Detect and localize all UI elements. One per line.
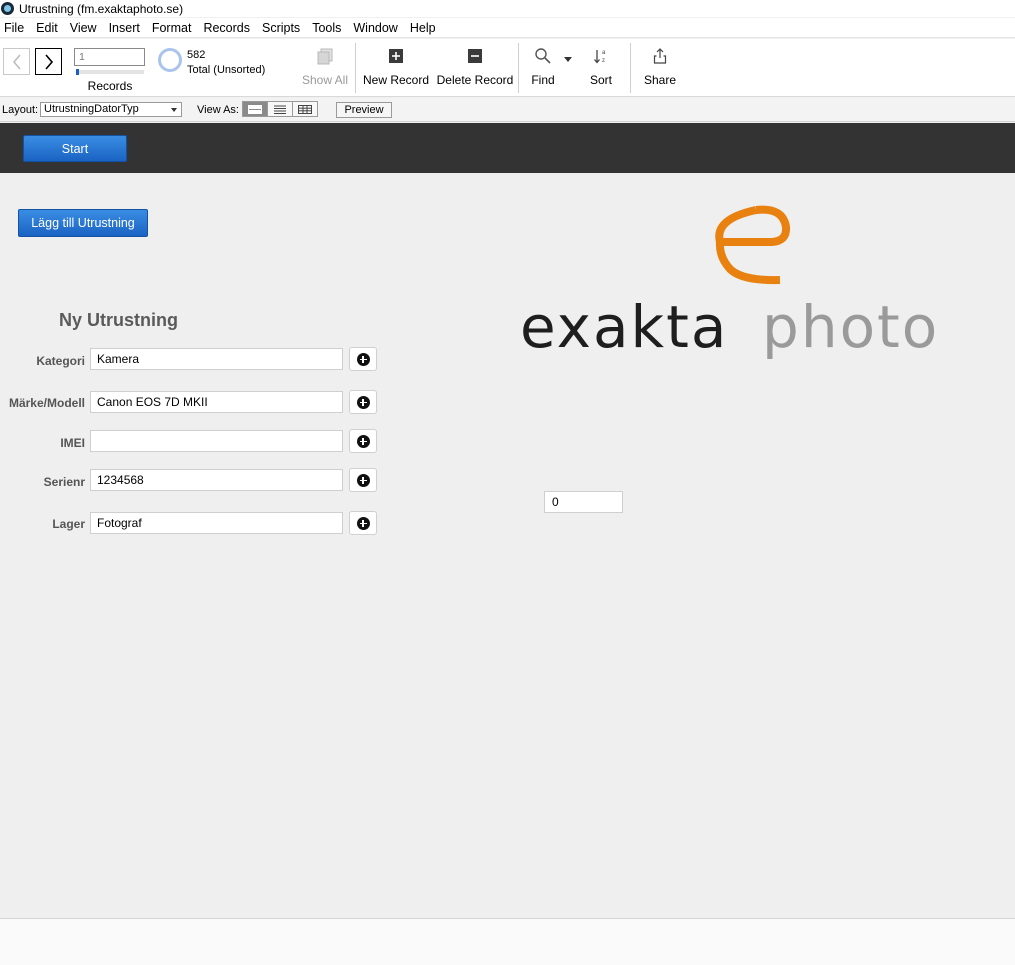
status-toolbar: 1 Records 582 Total (Unsorted) Show All … [0, 39, 1015, 97]
share-label: Share [643, 73, 677, 87]
svg-text:z: z [602, 58, 605, 64]
show-all-icon [317, 48, 333, 65]
add-kategori-button[interactable] [349, 347, 377, 371]
minus-square-icon [468, 49, 482, 63]
form-title: Ny Utrustning [59, 310, 178, 330]
previous-record-button[interactable] [3, 48, 30, 75]
menu-tools[interactable]: Tools [306, 18, 347, 38]
logo-text-light: photo [762, 293, 939, 361]
record-slider-thumb[interactable] [76, 69, 79, 75]
menu-edit[interactable]: Edit [30, 18, 64, 38]
toolbar-divider [630, 43, 631, 93]
find-menu-button[interactable] [562, 39, 574, 97]
add-lager-button[interactable] [349, 511, 377, 535]
menu-insert[interactable]: Insert [103, 18, 146, 38]
caret-down-icon [564, 56, 572, 62]
find-button[interactable]: Find [526, 39, 560, 97]
form-view-icon [248, 104, 262, 114]
caret-down-icon [171, 108, 177, 112]
show-all-label: Show All [301, 73, 349, 87]
chevron-right-icon [44, 53, 53, 70]
menu-format[interactable]: Format [146, 18, 198, 38]
add-marke-modell-button[interactable] [349, 390, 377, 414]
plus-circle-icon [356, 516, 370, 530]
view-as-buttons [242, 101, 318, 117]
svg-text:a: a [602, 50, 606, 56]
sort-label: Sort [589, 73, 612, 87]
lager-field[interactable]: Fotograf [90, 512, 343, 534]
app-icon [1, 2, 14, 15]
layout-label: Layout: [2, 104, 39, 116]
toolbar-divider [355, 43, 356, 93]
menu-bar: File Edit View Insert Format Records Scr… [0, 18, 1015, 38]
chevron-left-icon [12, 53, 21, 70]
serienr-field[interactable]: 1234568 [90, 469, 343, 491]
kategori-label: Kategori [36, 354, 85, 368]
menu-records[interactable]: Records [197, 18, 256, 38]
table-view-icon [298, 104, 312, 114]
menu-view[interactable]: View [64, 18, 103, 38]
find-label: Find [531, 73, 555, 87]
footer-bar [0, 918, 1015, 965]
share-button[interactable]: Share [642, 39, 678, 97]
imei-field[interactable] [90, 430, 343, 452]
menu-help[interactable]: Help [404, 18, 442, 38]
sort-button[interactable]: a z Sort [584, 39, 618, 97]
imei-label: IMEI [60, 436, 85, 450]
exaktaphoto-logo: exakta photo [520, 205, 939, 361]
window-title: Utrustning (fm.exaktaphoto.se) [19, 1, 184, 16]
list-view-button[interactable] [267, 101, 293, 117]
current-record-input[interactable]: 1 [74, 48, 145, 66]
record-slider[interactable] [76, 69, 144, 75]
sort-icon: a z [594, 50, 606, 64]
next-record-button[interactable] [35, 48, 62, 75]
list-view-icon [274, 105, 286, 114]
plus-circle-icon [356, 395, 370, 409]
total-record-count: 582 [187, 49, 206, 61]
plus-circle-icon [356, 352, 370, 366]
share-icon [653, 48, 667, 64]
plus-circle-icon [356, 473, 370, 487]
add-imei-button[interactable] [349, 429, 377, 453]
title-bar: Utrustning (fm.exaktaphoto.se) [0, 0, 1015, 17]
view-as-label: View As: [197, 104, 239, 116]
record-pie-icon [158, 48, 182, 72]
lager-label: Lager [52, 517, 85, 531]
preview-button[interactable]: Preview [336, 102, 392, 118]
add-serienr-button[interactable] [349, 468, 377, 492]
new-record-button[interactable]: New Record [361, 39, 431, 97]
layout-value: UtrustningDatorTyp [44, 103, 139, 115]
delete-record-button[interactable]: Delete Record [436, 39, 514, 97]
menu-window[interactable]: Window [347, 18, 403, 38]
new-record-label: New Record [362, 73, 430, 87]
layout-bar: Layout: UtrustningDatorTyp View As: Prev… [0, 98, 1015, 122]
magnifier-icon [535, 48, 551, 64]
marke-modell-field[interactable]: Canon EOS 7D MKII [90, 391, 343, 413]
plus-circle-icon [356, 434, 370, 448]
layout-dropdown[interactable]: UtrustningDatorTyp [40, 102, 182, 117]
table-view-button[interactable] [292, 101, 318, 117]
delete-record-label: Delete Record [436, 73, 514, 87]
show-all-button[interactable]: Show All [300, 39, 350, 97]
serienr-label: Serienr [43, 475, 85, 489]
marke-modell-label: Märke/Modell [8, 396, 85, 410]
records-label: Records [87, 79, 133, 93]
menu-scripts[interactable]: Scripts [256, 18, 306, 38]
layout-header: Start [0, 123, 1015, 173]
logo-text-dark: exakta [520, 293, 728, 361]
toolbar-divider [518, 43, 519, 93]
sort-status: Total (Unsorted) [187, 64, 266, 76]
plus-square-icon [389, 49, 403, 63]
start-button[interactable]: Start [23, 135, 127, 162]
menu-file[interactable]: File [0, 18, 30, 38]
counter-field[interactable]: 0 [544, 491, 623, 513]
layout-body: Lägg till Utrustning exakta photo Ny Utr… [0, 173, 1015, 918]
add-equipment-button[interactable]: Lägg till Utrustning [18, 209, 148, 237]
form-view-button[interactable] [242, 101, 268, 117]
kategori-field[interactable]: Kamera [90, 348, 343, 370]
